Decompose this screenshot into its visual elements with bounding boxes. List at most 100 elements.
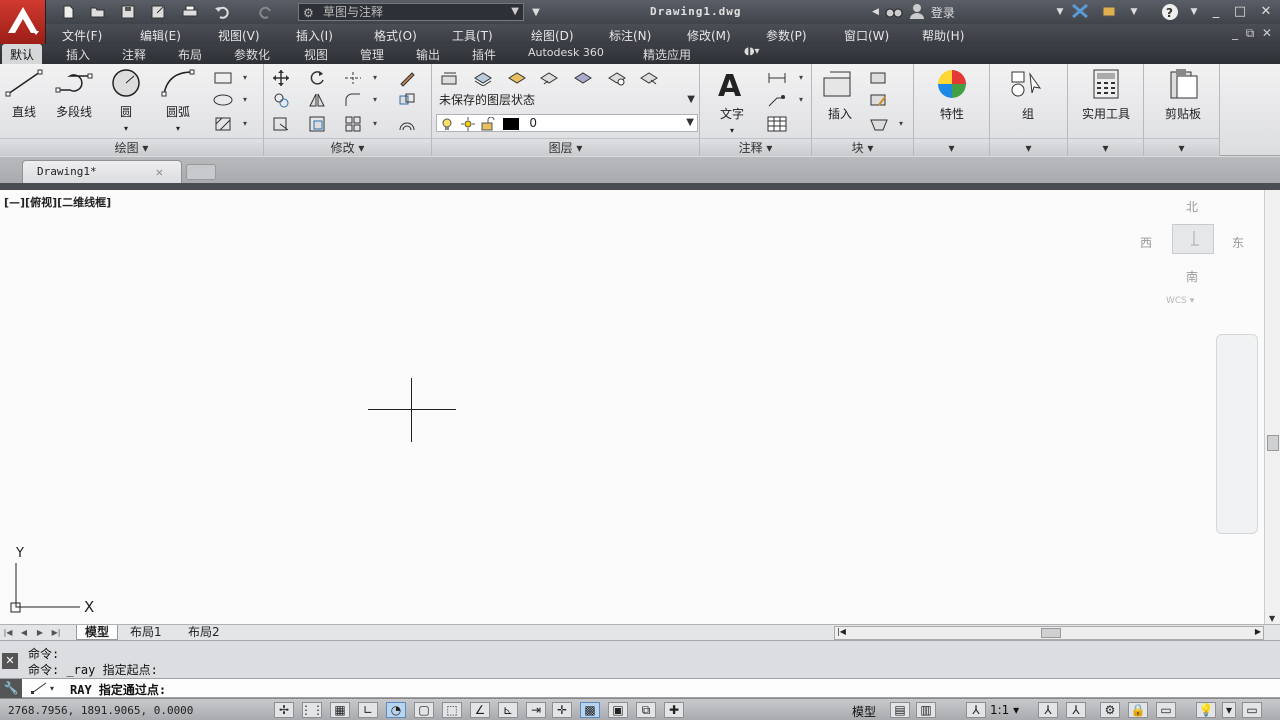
clipboard-panel-title[interactable]: ▾ <box>1144 138 1219 156</box>
wcs-menu[interactable]: WCS ▾ <box>1166 296 1194 306</box>
chevron-down-icon[interactable]: ▾ <box>730 126 734 135</box>
first-layout-icon[interactable]: |◀ <box>2 627 14 639</box>
coordinates-readout[interactable]: 2768.7956, 1891.9065, 0.0000 <box>8 704 193 717</box>
object-snap-icon[interactable]: ▢ <box>414 702 434 718</box>
lineweight-icon[interactable]: ✛ <box>552 702 572 718</box>
application-menu-button[interactable] <box>0 0 46 44</box>
horizontal-scroll-thumb[interactable] <box>1041 628 1061 638</box>
properties-button[interactable]: 特性 <box>930 68 974 122</box>
annotation-panel-title[interactable]: 注释 ▾ <box>700 138 811 156</box>
help-icon[interactable]: ? <box>1160 3 1180 21</box>
menu-modify[interactable]: 修改(M) <box>687 27 731 44</box>
copy-icon[interactable] <box>270 90 292 110</box>
prev-layout-icon[interactable]: ◀ <box>18 627 30 639</box>
layer-previous-icon[interactable] <box>538 68 560 88</box>
login-link[interactable]: 登录 <box>931 4 955 21</box>
ellipse-icon[interactable] <box>212 90 234 110</box>
chevron-down-icon[interactable]: ▼ <box>1184 3 1204 21</box>
unlock-icon[interactable] <box>480 116 496 131</box>
mirror-icon[interactable] <box>306 90 328 110</box>
create-block-icon[interactable] <box>868 68 890 88</box>
layer-stack-icon[interactable] <box>472 68 494 88</box>
wrench-icon[interactable]: 🔧 <box>0 679 22 698</box>
save-icon[interactable] <box>118 3 138 21</box>
block-attribute-icon[interactable] <box>868 114 890 134</box>
layer-select[interactable]: 0 ▼ <box>436 114 698 132</box>
object-snap-tracking-icon[interactable]: ∠ <box>470 702 490 718</box>
draw-panel-title[interactable]: 绘图 ▾ <box>0 138 263 156</box>
tab-autodesk-360[interactable]: Autodesk 360 <box>528 46 604 59</box>
quick-view-drawings-icon[interactable]: ▥ <box>916 702 936 718</box>
tab-layout1[interactable]: 布局1 <box>130 625 162 640</box>
redo-icon[interactable] <box>256 3 276 21</box>
mdi-controls[interactable]: _ ⧉ ✕ <box>1232 26 1272 41</box>
array-icon[interactable] <box>342 114 364 134</box>
viewcube-top-face[interactable] <box>1172 224 1214 254</box>
scroll-down-icon[interactable]: ▼ <box>1269 614 1275 623</box>
tab-view[interactable]: 视图 <box>304 46 328 63</box>
lock-ui-icon[interactable]: 🔒 <box>1128 702 1148 718</box>
tab-featured-apps[interactable]: 精选应用 <box>643 46 691 63</box>
chevron-down-icon[interactable]: ▼ <box>1124 3 1144 21</box>
sun-icon[interactable] <box>460 116 476 131</box>
polyline-button[interactable]: 多段线 <box>50 68 98 120</box>
layer-state-select[interactable]: 未保存的图层状态 ▼ <box>436 92 698 110</box>
new-file-icon[interactable] <box>58 3 78 21</box>
layer-match-icon[interactable] <box>506 68 528 88</box>
command-line[interactable]: 🔧 ▾ RAY 指定通过点: <box>0 678 1280 698</box>
minimize-icon[interactable]: _ <box>1206 3 1226 21</box>
chevron-down-icon[interactable]: ▾ <box>124 124 128 133</box>
exchange-icon[interactable] <box>1070 3 1090 21</box>
viewport-controls[interactable]: [—][俯视][二维线框] <box>4 194 111 210</box>
chevron-down-icon[interactable]: ▾ <box>370 114 380 134</box>
grid-display-icon[interactable]: ▦ <box>330 702 350 718</box>
drawing-canvas[interactable]: [—][俯视][二维线框] 北 西 东 南 WCS ▾ Y X <box>0 190 1264 624</box>
chevron-down-icon[interactable]: ▾ <box>370 90 380 110</box>
group-button[interactable]: 组 <box>1006 68 1050 122</box>
offset-icon[interactable] <box>396 114 418 134</box>
dynamic-input-icon[interactable]: ⇥ <box>526 702 546 718</box>
viewcube-south[interactable]: 南 <box>1186 268 1198 285</box>
properties-panel-title[interactable]: ▾ <box>914 138 989 156</box>
viewcube-north[interactable]: 北 <box>1186 198 1198 215</box>
stretch-icon[interactable] <box>270 114 292 134</box>
fillet-icon[interactable] <box>342 90 364 110</box>
annotation-scale-value[interactable]: 1:1 ▾ <box>990 703 1019 717</box>
edit-block-icon[interactable] <box>868 90 890 110</box>
rotate-icon[interactable] <box>306 68 328 88</box>
table-icon[interactable] <box>766 114 788 134</box>
menu-file[interactable]: 文件(F) <box>62 27 102 44</box>
workspace-switching-icon[interactable]: ⚙ <box>1100 702 1120 718</box>
insert-block-button[interactable]: 插入 <box>818 68 862 122</box>
chevron-down-icon[interactable]: ▾ <box>1222 702 1236 718</box>
transparency-icon[interactable]: ▩ <box>580 702 600 718</box>
model-space-label[interactable]: 模型 <box>852 703 876 720</box>
tab-insert[interactable]: 插入 <box>66 46 90 63</box>
quick-view-layouts-icon[interactable]: ▤ <box>890 702 910 718</box>
auto-scale-icon[interactable]: ⅄ <box>1066 702 1086 718</box>
move-icon[interactable] <box>270 68 292 88</box>
chevron-down-icon[interactable]: ▾ <box>176 124 180 133</box>
annotation-scale-icon[interactable]: ⅄ <box>966 702 986 718</box>
layer-isolate-icon[interactable] <box>572 68 594 88</box>
chevron-down-icon[interactable]: ▾ <box>796 90 806 110</box>
workspace-select[interactable]: ⚙ 草图与注释 ▼ <box>298 3 524 21</box>
menu-tools[interactable]: 工具(T) <box>452 27 493 44</box>
polar-tracking-icon[interactable]: ◔ <box>386 702 406 718</box>
lightbulb-icon[interactable] <box>440 117 456 131</box>
scale-icon[interactable] <box>306 114 328 134</box>
utilities-panel-title[interactable]: ▾ <box>1068 138 1143 156</box>
binoculars-icon[interactable] <box>885 4 903 21</box>
tab-manage[interactable]: 管理 <box>360 46 384 63</box>
chevron-down-icon[interactable]: ▾ <box>896 114 906 134</box>
tab-annotate[interactable]: 注释 <box>122 46 146 63</box>
connect-icon[interactable] <box>1100 3 1120 21</box>
close-icon[interactable]: ✕ <box>2 653 18 669</box>
navigation-bar[interactable] <box>1216 334 1258 534</box>
linear-dimension-icon[interactable] <box>766 68 788 88</box>
utilities-button[interactable]: 实用工具 <box>1074 68 1138 122</box>
annotation-monitor-icon[interactable]: ✚ <box>664 702 684 718</box>
next-layout-icon[interactable]: ▶ <box>34 627 46 639</box>
hatch-icon[interactable] <box>212 114 234 134</box>
menu-draw[interactable]: 绘图(D) <box>531 27 574 44</box>
